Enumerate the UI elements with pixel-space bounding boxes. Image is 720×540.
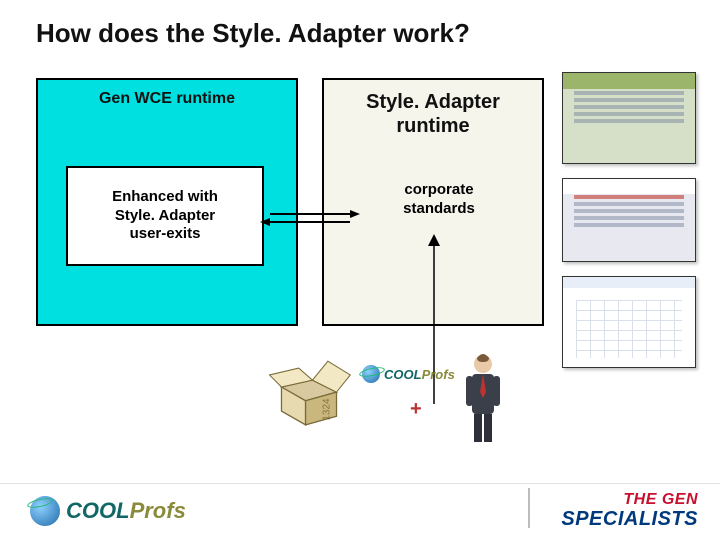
styleadapter-runtime-label: Style. Adapter runtime bbox=[324, 90, 542, 138]
mini-logo-cool: COOL bbox=[384, 367, 422, 382]
open-box-icon bbox=[266, 344, 352, 430]
coolprofs-footer-logo: COOLProfs bbox=[30, 496, 186, 526]
corporate-standards-box: corporate standards bbox=[374, 170, 504, 230]
enhanced-user-exits-box: Enhanced with Style. Adapter user-exits bbox=[66, 166, 264, 266]
footer-line2: SPECIALISTS bbox=[561, 509, 698, 530]
slide-title: How does the Style. Adapter work? bbox=[36, 18, 470, 49]
enhanced-user-exits-text: Enhanced with Style. Adapter user-exits bbox=[112, 188, 218, 244]
bidirectional-arrow-icon bbox=[258, 208, 362, 228]
gen-wce-runtime-label: Gen WCE runtime bbox=[38, 90, 296, 108]
globe-icon bbox=[30, 496, 60, 526]
slide: How does the Style. Adapter work? Gen WC… bbox=[0, 0, 720, 540]
screenshot-thumbnail-1 bbox=[562, 72, 696, 164]
corporate-standards-text: corporate standards bbox=[403, 181, 475, 219]
globe-icon bbox=[362, 365, 380, 383]
plus-sign: + bbox=[410, 398, 422, 421]
styleadapter-runtime-text: Style. Adapter runtime bbox=[366, 91, 500, 137]
screenshot-thumbnail-3 bbox=[562, 276, 696, 368]
box-number-tag: 1324 bbox=[322, 398, 333, 420]
footer-logo-cool: COOL bbox=[66, 498, 130, 523]
businessperson-icon bbox=[458, 352, 508, 446]
footer-separator bbox=[528, 488, 530, 528]
coolprofs-mini-logo: COOLProfs bbox=[362, 360, 462, 388]
footer-divider bbox=[0, 483, 720, 484]
screenshot-thumbnail-2 bbox=[562, 178, 696, 262]
mini-logo-profs: Profs bbox=[422, 367, 455, 382]
gen-specialists-logo: THE GEN SPECIALISTS bbox=[561, 492, 698, 530]
footer-logo-profs: Profs bbox=[130, 498, 186, 523]
footer-line1: THE GEN bbox=[561, 492, 698, 509]
gen-wce-runtime-box: Gen WCE runtime Enhanced with Style. Ada… bbox=[36, 78, 298, 326]
